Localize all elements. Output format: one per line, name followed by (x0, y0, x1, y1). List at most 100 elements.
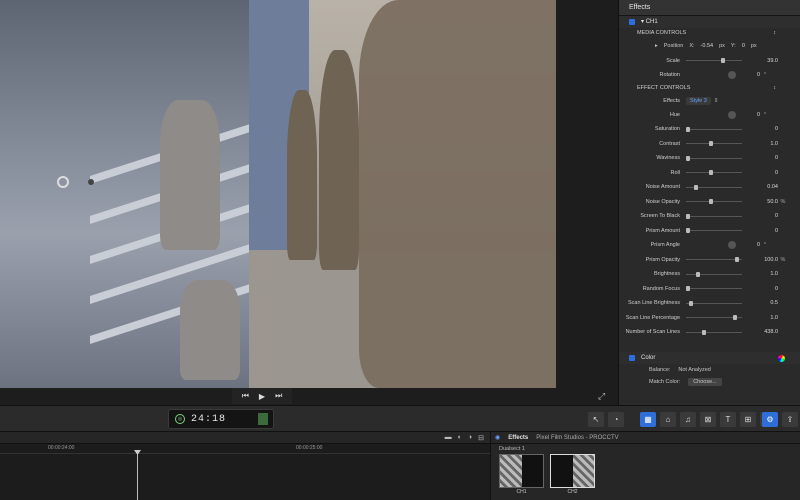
effect-item-ch2[interactable]: CH2 (550, 454, 595, 495)
slider-knob[interactable] (733, 315, 737, 321)
slider-knob[interactable] (686, 286, 690, 292)
param-slider[interactable] (686, 286, 742, 292)
inspector-title: Effects (619, 0, 800, 16)
position-x-field[interactable]: -0.54 (701, 43, 714, 49)
param-value[interactable]: 1.0 (748, 141, 778, 147)
param-value[interactable]: 0.5 (748, 300, 778, 306)
audio-meter-icon (258, 413, 268, 425)
effect-controls-header[interactable]: EFFECT CONTROLS ↕ (619, 83, 800, 94)
param-slider[interactable] (686, 126, 742, 132)
param-value[interactable]: 0 (748, 213, 778, 219)
param-dial[interactable] (728, 110, 736, 119)
generators-icon[interactable]: ⊞ (740, 412, 756, 427)
share-icon[interactable]: ⇪ (782, 412, 798, 427)
param-value[interactable]: 1.0 (748, 271, 778, 277)
param-value[interactable]: 0 (748, 155, 778, 161)
position-target-icon[interactable] (57, 176, 69, 188)
param-slider[interactable] (686, 300, 742, 306)
transitions-icon[interactable]: ⊠ (700, 412, 716, 427)
effects-menu-icon[interactable]: ◉ (495, 434, 500, 441)
clip-appearance-icon[interactable]: ▬ (445, 434, 452, 442)
param-slider[interactable] (686, 257, 742, 263)
panel-tools: ⚙ ⇪ (762, 412, 798, 427)
rotation-row: Rotation 0 ° (659, 71, 767, 80)
rotation-dial[interactable] (728, 71, 736, 80)
slider-knob[interactable] (709, 141, 713, 147)
select-tool-icon[interactable]: ↖ (588, 412, 604, 427)
param-value[interactable]: 438.0 (748, 329, 778, 335)
slider-knob[interactable] (696, 271, 700, 277)
slider-knob[interactable] (694, 184, 698, 190)
media-controls-header[interactable]: MEDIA CONTROLS ↕ (619, 28, 800, 39)
audio-skim-icon[interactable]: ◐ (458, 434, 462, 442)
param-slider[interactable] (686, 228, 742, 234)
color-wheel-icon[interactable] (778, 354, 785, 362)
effects-category[interactable]: Pixel Film Studios - PROCCTV (536, 435, 618, 441)
snapping-icon[interactable]: ⊟ (478, 434, 484, 442)
param-value[interactable]: 0 (748, 286, 778, 292)
effect-header[interactable]: ▾ CH1 (619, 16, 800, 28)
color-enable-checkbox[interactable] (629, 355, 635, 361)
param-value[interactable]: 0 (748, 228, 778, 234)
timeline-ruler[interactable]: 00:00:24:00 00:00:25:00 (0, 444, 490, 454)
param-slider[interactable] (686, 199, 742, 205)
slider-knob[interactable] (709, 170, 713, 176)
param-value[interactable]: 0 (746, 112, 760, 118)
match-color-button[interactable]: Choose... (688, 378, 722, 386)
anchor-point-icon[interactable] (88, 179, 94, 185)
slider-knob[interactable] (686, 213, 690, 219)
param-slider[interactable] (686, 329, 742, 335)
param-value[interactable]: 0 (748, 126, 778, 132)
scale-value[interactable]: 39.0 (748, 58, 778, 64)
next-frame-icon[interactable]: ⏭ (275, 391, 282, 401)
param-value[interactable]: 0 (746, 242, 760, 248)
retime-icon[interactable]: ◔ (608, 412, 624, 427)
param-slider[interactable] (686, 155, 742, 161)
param-value[interactable]: 1.0 (748, 315, 778, 321)
param-value[interactable]: 100.0 (748, 257, 778, 263)
scale-slider[interactable] (686, 58, 742, 64)
slider-knob[interactable] (686, 228, 690, 234)
solo-icon[interactable]: ◑ (468, 434, 472, 442)
slider-knob[interactable] (709, 199, 713, 205)
effects-browser: ◉ Effects Pixel Film Studios - PROCCTV D… (490, 432, 800, 500)
titles-icon[interactable]: T (720, 412, 736, 427)
effect-enable-checkbox[interactable] (629, 19, 635, 25)
prev-frame-icon[interactable]: ⏮ (242, 391, 249, 401)
disclosure-icon[interactable]: ▸ (655, 43, 658, 49)
color-header[interactable]: Color (619, 352, 800, 364)
param-dial[interactable] (728, 241, 736, 250)
param-slider[interactable] (686, 271, 742, 277)
slider-knob[interactable] (689, 300, 693, 306)
position-y-field[interactable]: 0 (742, 43, 745, 49)
video-frame[interactable] (0, 0, 556, 388)
effects-browser-icon[interactable]: ▦ (640, 412, 656, 427)
playhead[interactable] (137, 454, 138, 500)
timecode-display[interactable]: ◎ 24:18 (168, 409, 274, 429)
param-value[interactable]: 0 (748, 170, 778, 176)
effect-item-ch1[interactable]: CH1 (499, 454, 544, 495)
effects-style-popup[interactable]: Style 3 (686, 96, 711, 105)
param-unit: ° (763, 242, 767, 249)
play-icon[interactable]: ▶ (259, 392, 265, 401)
slider-knob[interactable] (686, 126, 690, 132)
slider-knob[interactable] (702, 329, 706, 335)
param-value[interactable]: 50.0 (748, 199, 778, 205)
param-value[interactable]: 0.04 (748, 184, 778, 190)
fullscreen-icon[interactable]: ⤢ (598, 391, 605, 402)
photos-icon[interactable]: ⌂ (660, 412, 676, 427)
param-row: Screen To Black 0 (619, 209, 800, 224)
param-slider[interactable] (686, 141, 742, 147)
param-label: Prism Angle (650, 242, 680, 249)
param-slider[interactable] (686, 213, 742, 219)
inspector-toggle-icon[interactable]: ⚙ (762, 412, 778, 427)
slider-knob[interactable] (735, 257, 739, 263)
param-slider[interactable] (686, 315, 742, 321)
music-icon[interactable]: ♫ (680, 412, 696, 427)
slider-knob[interactable] (686, 155, 690, 161)
param-slider[interactable] (686, 170, 742, 176)
param-slider[interactable] (686, 184, 742, 190)
timeline[interactable]: ▬ ◐ ◑ ⊟ 00:00:24:00 00:00:25:00 (0, 432, 490, 500)
rotation-value[interactable]: 0 (746, 72, 760, 78)
param-label: Prism Amount (645, 227, 680, 234)
